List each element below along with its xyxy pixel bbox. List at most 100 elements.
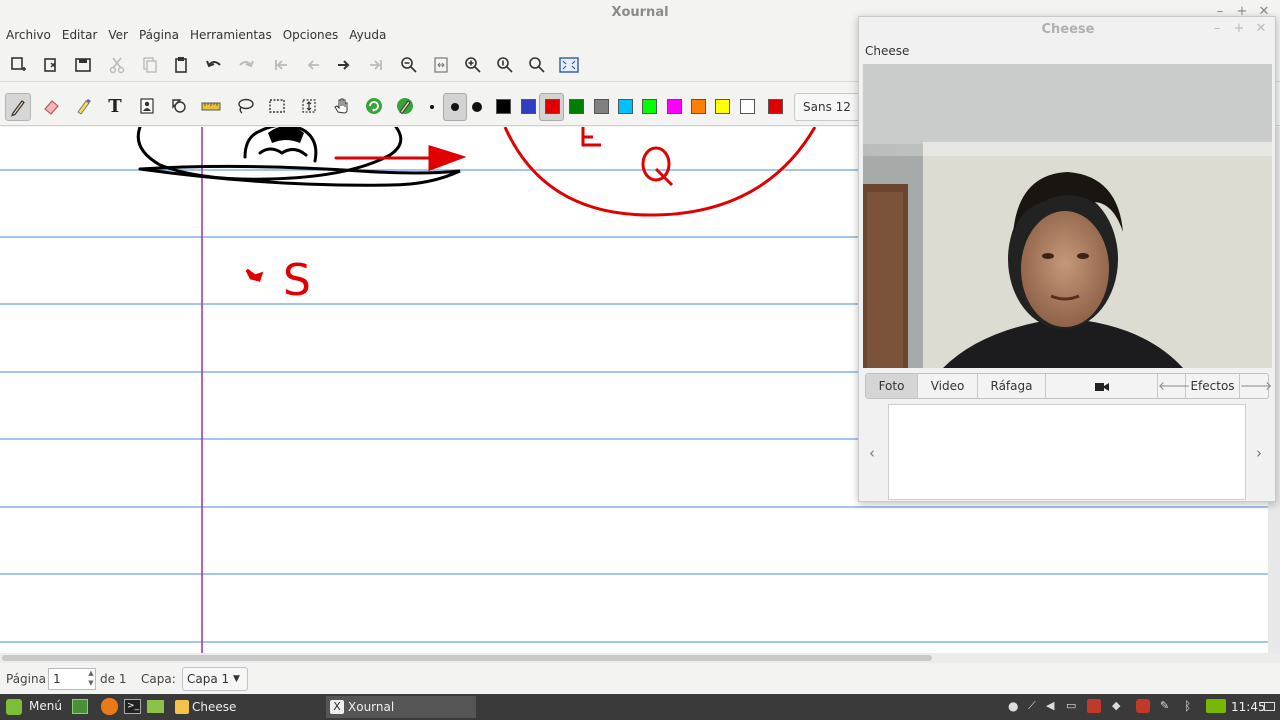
rect-select-icon[interactable] bbox=[264, 93, 290, 119]
thumbs-prev-icon[interactable]: ‹ bbox=[869, 444, 875, 462]
webcam-preview bbox=[863, 64, 1272, 368]
medium-size-dot[interactable] bbox=[451, 103, 459, 111]
new-page-icon[interactable] bbox=[6, 52, 32, 78]
show-desktop-icon[interactable] bbox=[72, 699, 88, 714]
pen-icon[interactable] bbox=[5, 93, 31, 121]
ruler-icon[interactable] bbox=[198, 93, 224, 119]
menu-ver[interactable]: Ver bbox=[108, 28, 128, 42]
tab-video[interactable]: Video bbox=[918, 374, 978, 398]
capture-button[interactable] bbox=[1046, 374, 1158, 398]
image-tool-icon[interactable] bbox=[134, 93, 160, 119]
color-swatch[interactable] bbox=[642, 99, 657, 114]
last-page-icon[interactable] bbox=[363, 52, 389, 78]
files-icon[interactable] bbox=[147, 700, 164, 713]
copy-icon[interactable] bbox=[136, 52, 162, 78]
keyboard-icon[interactable]: ✎ bbox=[1160, 699, 1174, 713]
mint-menu-icon[interactable] bbox=[6, 699, 22, 715]
menu-archivo[interactable]: Archivo bbox=[6, 28, 51, 42]
zoom-normal-icon[interactable] bbox=[492, 52, 518, 78]
open-icon[interactable] bbox=[38, 52, 64, 78]
menu-herramientas[interactable]: Herramientas bbox=[190, 28, 272, 42]
cheese-close-button[interactable]: ✕ bbox=[1253, 21, 1269, 37]
effects-button[interactable]: Efectos bbox=[1186, 374, 1240, 398]
color-swatch[interactable] bbox=[768, 99, 783, 114]
effects-next-arrow-icon[interactable]: 🡒 bbox=[1240, 374, 1272, 398]
zoom-out-icon[interactable] bbox=[396, 52, 422, 78]
cheese-maximize-button[interactable]: + bbox=[1231, 21, 1247, 37]
horizontal-scrollbar[interactable] bbox=[0, 653, 1280, 663]
tab-foto[interactable]: Foto bbox=[866, 374, 918, 398]
menu-opciones[interactable]: Opciones bbox=[283, 28, 339, 42]
color-swatch[interactable] bbox=[545, 99, 560, 114]
page-of-label: de 1 bbox=[100, 672, 127, 686]
tab-rafaga[interactable]: Ráfaga bbox=[978, 374, 1046, 398]
show-desktop-tray-icon[interactable] bbox=[1264, 702, 1275, 711]
effects-prev-arrow-icon[interactable]: 🡐 bbox=[1158, 374, 1190, 398]
nvidia-icon[interactable] bbox=[1206, 699, 1226, 713]
vertical-space-icon[interactable] bbox=[296, 93, 322, 119]
color-swatch[interactable] bbox=[569, 99, 584, 114]
color-swatch[interactable] bbox=[740, 99, 755, 114]
clock[interactable]: 11:45 bbox=[1231, 700, 1266, 714]
thin-size-dot[interactable] bbox=[430, 105, 434, 109]
color-swatch[interactable] bbox=[521, 99, 536, 114]
recording-icon[interactable] bbox=[1087, 699, 1101, 713]
redo-icon[interactable] bbox=[233, 52, 259, 78]
color-swatch[interactable] bbox=[618, 99, 633, 114]
default-pen-icon[interactable] bbox=[392, 93, 418, 119]
save-icon[interactable] bbox=[70, 52, 96, 78]
network-icon[interactable]: ⟋ bbox=[1028, 699, 1042, 713]
terminal-icon[interactable]: >_ bbox=[124, 699, 141, 714]
color-swatch[interactable] bbox=[496, 99, 511, 114]
dropbox-icon[interactable]: ◆ bbox=[1112, 699, 1126, 713]
page-width-icon[interactable] bbox=[428, 52, 454, 78]
color-swatch[interactable] bbox=[667, 99, 682, 114]
xournal-app-icon: X bbox=[330, 700, 344, 714]
menu-editar[interactable]: Editar bbox=[62, 28, 98, 42]
thumbs-next-icon[interactable]: › bbox=[1256, 444, 1262, 462]
default-tool-icon[interactable] bbox=[361, 93, 387, 119]
menu-ayuda[interactable]: Ayuda bbox=[349, 28, 386, 42]
task-cheese[interactable]: Cheese bbox=[170, 696, 322, 718]
cheese-minimize-button[interactable]: – bbox=[1209, 21, 1225, 37]
page-label: Página bbox=[6, 672, 46, 686]
lasso-select-icon[interactable] bbox=[232, 93, 258, 119]
zoom-fit-icon[interactable] bbox=[524, 52, 550, 78]
canvas-letter-s: S bbox=[283, 255, 311, 306]
task-xournal-label: Xournal bbox=[348, 700, 395, 714]
undo-icon[interactable] bbox=[201, 52, 227, 78]
layer-select[interactable]: Capa 1 ▼ bbox=[182, 667, 248, 691]
previous-page-icon[interactable] bbox=[300, 52, 326, 78]
menu-bar: Archivo Editar Ver Página Herramientas O… bbox=[0, 24, 397, 46]
text-tool-icon[interactable]: T bbox=[102, 93, 128, 119]
next-page-icon[interactable] bbox=[331, 52, 357, 78]
task-xournal[interactable]: X Xournal bbox=[326, 696, 476, 718]
shape-recognizer-icon[interactable] bbox=[166, 93, 192, 119]
taskbar: Menú >_ Cheese X Xournal ● ⟋ ◀ ▭ ◆ ✎ ᛒ 1… bbox=[0, 694, 1280, 720]
cheese-header-label: Cheese bbox=[865, 44, 910, 58]
thick-size-dot[interactable] bbox=[472, 102, 482, 112]
menu-button[interactable]: Menú bbox=[29, 699, 62, 713]
shield-icon[interactable] bbox=[1136, 699, 1150, 713]
volume-icon[interactable]: ◀ bbox=[1046, 699, 1060, 713]
highlighter-icon[interactable] bbox=[70, 93, 96, 119]
fullscreen-icon[interactable] bbox=[556, 52, 582, 78]
color-swatch[interactable] bbox=[715, 99, 730, 114]
user-icon[interactable]: ● bbox=[1008, 699, 1022, 713]
chevron-down-icon: ▼ bbox=[233, 674, 240, 684]
paste-icon[interactable] bbox=[168, 52, 194, 78]
scrollbar-thumb[interactable] bbox=[2, 655, 932, 661]
color-swatch[interactable] bbox=[691, 99, 706, 114]
bluetooth-icon[interactable]: ᛒ bbox=[1184, 699, 1198, 713]
first-page-icon[interactable] bbox=[268, 52, 294, 78]
color-swatch[interactable] bbox=[594, 99, 609, 114]
font-button[interactable]: Sans 12 bbox=[794, 93, 860, 121]
page-spin-arrows-icon[interactable]: ▲ ▼ bbox=[86, 668, 96, 690]
zoom-in-icon[interactable] bbox=[460, 52, 486, 78]
cut-icon[interactable] bbox=[104, 52, 130, 78]
firefox-icon[interactable] bbox=[101, 698, 118, 715]
battery-icon[interactable]: ▭ bbox=[1066, 699, 1080, 713]
hand-tool-icon[interactable] bbox=[328, 93, 354, 119]
eraser-icon[interactable] bbox=[38, 93, 64, 119]
menu-pagina[interactable]: Página bbox=[139, 28, 179, 42]
